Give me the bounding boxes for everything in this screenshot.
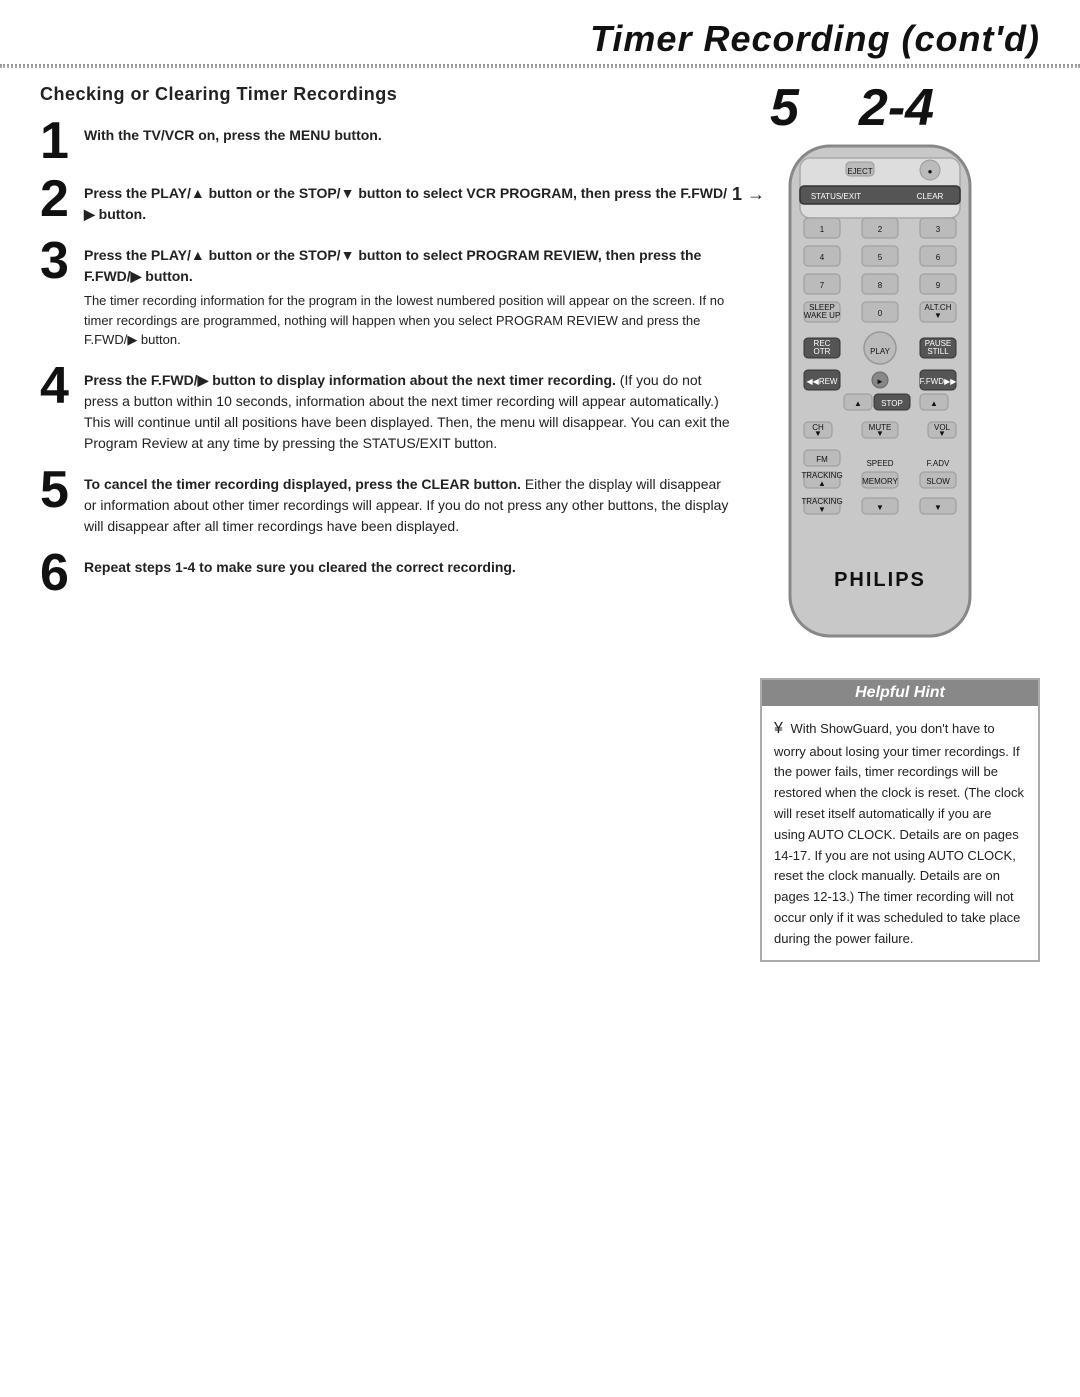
hint-content: ¥ With ShowGuard, you don't have to worr… — [762, 706, 1038, 960]
section-heading: Checking or Clearing Timer Recordings — [40, 84, 730, 105]
svg-text:7: 7 — [820, 281, 825, 290]
svg-text:PLAY: PLAY — [870, 347, 891, 356]
svg-text:OTR: OTR — [814, 347, 831, 356]
svg-text:6: 6 — [936, 253, 941, 262]
step-2-text: Press the PLAY/▲ button or the STOP/▼ bu… — [84, 183, 730, 225]
svg-text:2: 2 — [878, 225, 883, 234]
svg-text:●: ● — [928, 167, 933, 176]
step-6-number: 6 — [40, 547, 76, 599]
svg-text:3: 3 — [936, 225, 941, 234]
arrow-indicator: 1 → — [732, 184, 765, 205]
step-6-text: Repeat steps 1-4 to make sure you cleare… — [84, 557, 730, 578]
svg-text:▼: ▼ — [814, 429, 822, 438]
svg-text:5: 5 — [878, 253, 883, 262]
svg-text:WAKE UP: WAKE UP — [804, 311, 841, 320]
step-2-number: 2 — [40, 173, 76, 225]
step-1-content: With the TV/VCR on, press the MENU butto… — [84, 119, 730, 150]
remote-container: 1 → EJECT ● — [760, 142, 1000, 662]
step-2: 2 Press the PLAY/▲ button or the STOP/▼ … — [40, 177, 730, 229]
svg-text:CLEAR: CLEAR — [917, 192, 944, 201]
svg-text:F.FWD▶▶: F.FWD▶▶ — [920, 377, 958, 386]
svg-text:▼: ▼ — [934, 311, 942, 320]
main-content: Checking or Clearing Timer Recordings 1 … — [0, 68, 1080, 962]
svg-text:8: 8 — [878, 281, 883, 290]
svg-text:▲: ▲ — [818, 479, 826, 488]
step-2-content: Press the PLAY/▲ button or the STOP/▼ bu… — [84, 177, 730, 229]
svg-text:STILL: STILL — [927, 347, 949, 356]
svg-text:▲: ▲ — [930, 399, 938, 408]
step-4: 4 Press the F.FWD/▶ button to display in… — [40, 364, 730, 458]
svg-text:▼: ▼ — [818, 505, 826, 514]
left-column: Checking or Clearing Timer Recordings 1 … — [40, 68, 730, 962]
remote-number-24: 2-4 — [859, 78, 934, 138]
svg-text:▼: ▼ — [876, 503, 884, 512]
svg-text:◀◀REW: ◀◀REW — [807, 377, 838, 386]
svg-text:▼: ▼ — [938, 429, 946, 438]
step-5-content: To cancel the timer recording displayed,… — [84, 468, 730, 541]
hint-text: ¥ With ShowGuard, you don't have to worr… — [774, 716, 1026, 950]
svg-text:4: 4 — [820, 253, 825, 262]
step-3-content: Press the PLAY/▲ button or the STOP/▼ bu… — [84, 239, 730, 354]
svg-text:PHILIPS: PHILIPS — [834, 569, 926, 591]
remote-svg: EJECT ● STATUS/EXIT CLEAR 1 2 — [760, 142, 1000, 662]
step-6-content: Repeat steps 1-4 to make sure you cleare… — [84, 551, 730, 582]
svg-text:SPEED: SPEED — [866, 459, 893, 468]
step-5-text: To cancel the timer recording displayed,… — [84, 474, 730, 537]
page-header: Timer Recording (cont'd) — [0, 0, 1080, 66]
remote-number-5: 5 — [770, 78, 799, 138]
step-1-number: 1 — [40, 115, 76, 167]
svg-text:F.ADV: F.ADV — [927, 459, 950, 468]
svg-text:▼: ▼ — [876, 429, 884, 438]
svg-text:STATUS/EXIT: STATUS/EXIT — [811, 192, 861, 201]
svg-text:9: 9 — [936, 281, 941, 290]
step-4-text: Press the F.FWD/▶ button to display info… — [84, 370, 730, 454]
step-4-number: 4 — [40, 360, 76, 412]
svg-text:▼: ▼ — [934, 503, 942, 512]
step-5: 5 To cancel the timer recording displaye… — [40, 468, 730, 541]
page-title: Timer Recording (cont'd) — [590, 18, 1040, 59]
step-3: 3 Press the PLAY/▲ button or the STOP/▼ … — [40, 239, 730, 354]
svg-text:1: 1 — [820, 225, 825, 234]
svg-text:EJECT: EJECT — [847, 167, 872, 176]
svg-text:STOP: STOP — [881, 399, 903, 408]
svg-text:FM: FM — [816, 455, 828, 464]
svg-text:►: ► — [876, 377, 884, 386]
svg-text:MEMORY: MEMORY — [862, 477, 899, 486]
hint-box: Helpful Hint ¥ With ShowGuard, you don't… — [760, 678, 1040, 962]
step-1: 1 With the TV/VCR on, press the MENU but… — [40, 119, 730, 167]
step-3-normal: The timer recording information for the … — [84, 291, 730, 350]
step-4-content: Press the F.FWD/▶ button to display info… — [84, 364, 730, 458]
hint-title: Helpful Hint — [762, 680, 1038, 706]
step-6: 6 Repeat steps 1-4 to make sure you clea… — [40, 551, 730, 599]
step-5-number: 5 — [40, 464, 76, 516]
hint-bullet: ¥ — [774, 720, 783, 737]
svg-text:▲: ▲ — [854, 399, 862, 408]
right-column: 5 2-4 1 → EJECT — [760, 68, 1040, 962]
svg-text:SLOW: SLOW — [926, 477, 950, 486]
step-1-text: With the TV/VCR on, press the MENU butto… — [84, 125, 730, 146]
svg-text:0: 0 — [878, 309, 883, 318]
step-3-bold: Press the PLAY/▲ button or the STOP/▼ bu… — [84, 245, 730, 287]
remote-numbers-row: 5 2-4 — [760, 78, 1040, 138]
step-3-number: 3 — [40, 235, 76, 287]
